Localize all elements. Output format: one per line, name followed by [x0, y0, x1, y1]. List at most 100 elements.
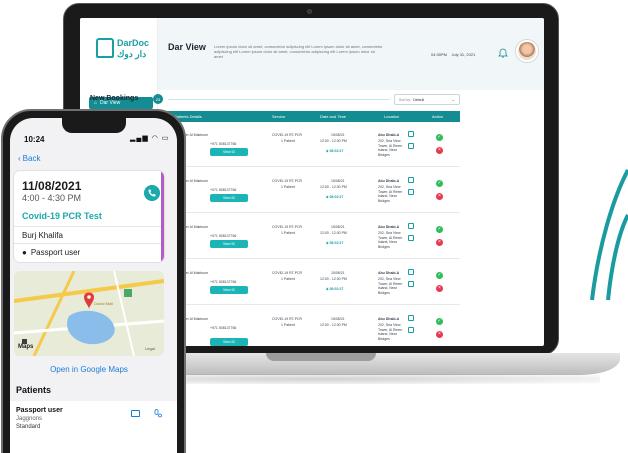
location-city: Abu Dhabi-A — [378, 133, 400, 137]
location-detail: 202, Sea View Tower, Al Reem Island, Nea… — [378, 139, 403, 157]
view-id-button[interactable]: View ID — [210, 286, 248, 294]
copy-icon[interactable] — [408, 143, 414, 149]
view-id-button[interactable]: View ID — [210, 240, 248, 248]
plan-color-stripe — [161, 171, 164, 262]
map-pin-icon[interactable] — [408, 223, 414, 229]
map-pin-icon[interactable] — [408, 131, 414, 137]
bell-icon[interactable] — [498, 48, 508, 58]
service-name: COVID-19 RT-PCR — [272, 133, 303, 137]
patient-list-item[interactable]: Passport user Jaggnons Standard — [10, 401, 177, 453]
phone-call-button[interactable] — [144, 185, 160, 201]
booking-card: 11/08/2021 4:00 - 4:30 PM Covid-19 PCR T… — [14, 171, 164, 262]
view-id-button[interactable]: View ID — [210, 338, 248, 346]
column-header-action: Action — [432, 114, 444, 119]
patient-count: 1 Patient — [281, 323, 295, 327]
patient-phone: +971 508137766 — [210, 188, 237, 192]
patient-phone: +971 508137766 — [210, 280, 237, 284]
map-preview[interactable]: Dubai Mall Maps Legal — [14, 271, 164, 356]
maps-logo: Maps — [18, 344, 34, 350]
patient-phone: +971 508137766 — [210, 142, 237, 146]
countdown-timer: ⧗ 08:02:27 — [326, 241, 344, 245]
card-divider — [14, 226, 164, 227]
status-bar-icons: ▂▄▆ ◠ ▭ — [130, 134, 169, 142]
mockup-stage: DarDoc دار دوك ⌂ Dar View Dar View Lorem… — [0, 0, 628, 453]
chevron-left-icon: ‹ — [18, 154, 21, 163]
wifi-icon: ◠ — [151, 135, 159, 142]
map-pin-icon[interactable] — [408, 269, 414, 275]
user-avatar[interactable] — [516, 40, 538, 62]
column-header-location[interactable]: Location — [384, 114, 399, 119]
location-city: Abu Dhabi-A — [378, 179, 400, 183]
countdown-timer: ⧗ 08:02:27 — [326, 149, 344, 153]
accept-button[interactable]: ✓ — [436, 318, 443, 325]
open-google-maps-link[interactable]: Open in Google Maps — [14, 365, 164, 374]
patient-subtitle: Jaggnons — [16, 416, 43, 422]
logo-text-en: DarDoc — [117, 38, 150, 48]
location-city: Abu Dhabi-A — [378, 317, 400, 321]
header-datetime: 04:30PM July 31, 2021 — [431, 52, 475, 57]
sort-dropdown[interactable]: Sort by: Default ⌄ — [394, 94, 460, 105]
map-legal-link[interactable]: Legal — [145, 346, 155, 351]
header-date: July 31, 2021 — [451, 52, 476, 57]
booking-day: 15/08/21 — [331, 225, 345, 229]
laptop-opening-notch — [266, 353, 376, 361]
reject-button[interactable]: × — [436, 285, 443, 292]
copy-icon[interactable] — [408, 327, 414, 333]
column-header-date-time[interactable]: Date and Time — [320, 114, 346, 119]
location-detail: 202, Sea View Tower, Al Reem Island, Nea… — [378, 231, 403, 249]
copy-icon[interactable] — [408, 281, 414, 287]
view-id-button[interactable]: View ID — [210, 194, 248, 202]
back-button[interactable]: ‹ Back — [18, 154, 40, 163]
service-name: COVID-19 RT-PCR — [272, 271, 303, 275]
sort-value: Default — [413, 97, 425, 102]
house-logo-icon — [96, 38, 114, 58]
column-header-service[interactable]: Service — [272, 114, 285, 119]
map-pin-icon[interactable] — [408, 177, 414, 183]
user-icon: ● — [22, 248, 27, 257]
patient-phone: +971 508137766 — [210, 234, 237, 238]
map-graphic — [14, 271, 164, 356]
phone: 10:24 ▂▄▆ ◠ ▭ ‹ Back 11/08/2021 4:00 - 4… — [1, 109, 186, 453]
booking-slot: 12:00 - 12:30 PM — [320, 277, 347, 281]
view-id-button[interactable]: View ID — [210, 148, 248, 156]
phone-screen: 10:24 ▂▄▆ ◠ ▭ ‹ Back 11/08/2021 4:00 - 4… — [10, 118, 177, 453]
passport-user-row: ● Passport user — [22, 248, 80, 257]
sort-label: Sort by: — [399, 97, 412, 102]
accept-button[interactable]: ✓ — [436, 134, 443, 141]
patient-phone: +971 508137766 — [210, 326, 237, 330]
reject-button[interactable]: × — [436, 239, 443, 246]
location-detail: 202, Sea View Tower, Al Reem Island, Nea… — [378, 277, 403, 295]
copy-icon[interactable] — [408, 235, 414, 241]
booking-location: Burj Khalifa — [22, 231, 63, 240]
patient-count: 1 Patient — [281, 185, 295, 189]
dashboard-header: Dar View Lorem ipsum dolor sit amet, con… — [158, 18, 544, 90]
countdown-value: 08:02:27 — [329, 149, 344, 153]
reject-button[interactable]: × — [436, 331, 443, 338]
patients-section-title: Patients — [16, 385, 52, 395]
attachment-icon[interactable] — [154, 409, 162, 418]
accept-button[interactable]: ✓ — [436, 226, 443, 233]
patient-plan: Standard — [16, 424, 41, 430]
bookings-count-badge: 23 — [153, 94, 163, 104]
service-name: COVID-19 RT-PCR — [272, 225, 303, 229]
chevron-down-icon: ⌄ — [451, 97, 455, 102]
booking-time: 4:00 - 4:30 PM — [22, 193, 82, 203]
patient-count: 1 Patient — [281, 139, 295, 143]
dardoc-logo: DarDoc دار دوك — [96, 36, 150, 66]
copy-icon[interactable] — [408, 189, 414, 195]
image-icon[interactable] — [131, 410, 140, 417]
booking-slot: 12:00 - 12:30 PM — [320, 185, 347, 189]
booking-slot: 12:00 - 12:30 PM — [320, 323, 347, 327]
location-detail: 202, Sea View Tower, Al Reem Island, Nea… — [378, 323, 403, 341]
signal-icon: ▂▄▆ — [130, 135, 149, 142]
booking-date: 11/08/2021 — [22, 179, 82, 193]
header-time: 04:30PM — [431, 52, 448, 57]
accept-button[interactable]: ✓ — [436, 180, 443, 187]
reject-button[interactable]: × — [436, 147, 443, 154]
location-detail: 202, Sea View Tower, Al Reem Island, Nea… — [378, 185, 403, 203]
accept-button[interactable]: ✓ — [436, 272, 443, 279]
bookings-divider — [168, 99, 390, 100]
reject-button[interactable]: × — [436, 193, 443, 200]
map-pin-icon[interactable] — [408, 315, 414, 321]
test-name: Covid-19 PCR Test — [22, 211, 102, 221]
